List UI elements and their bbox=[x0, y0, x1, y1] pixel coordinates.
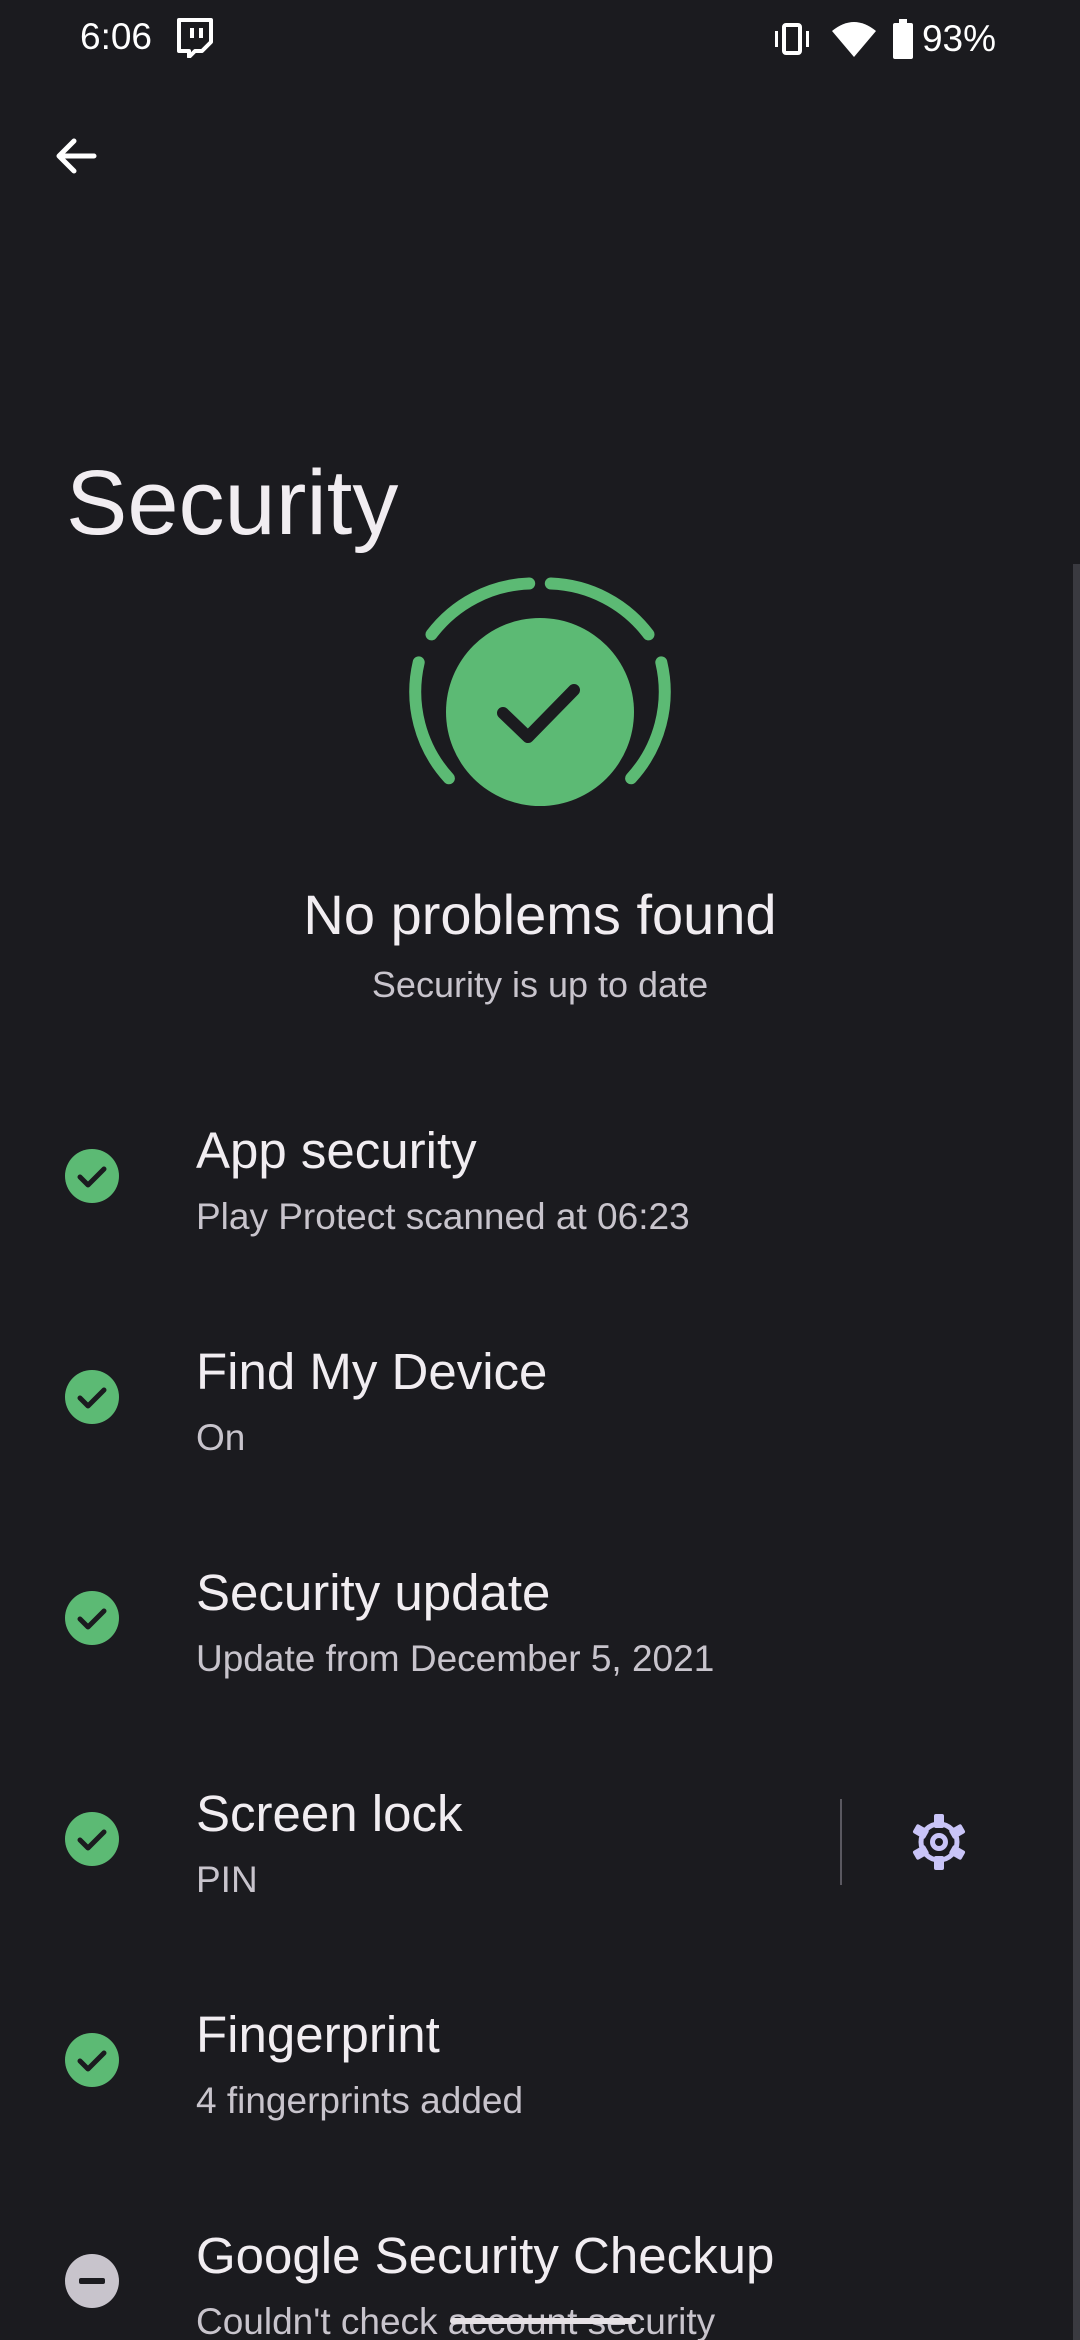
security-list: App security Play Protect scanned at 06:… bbox=[0, 1100, 1080, 2340]
check-circle-icon bbox=[65, 1370, 119, 1424]
item-title: Google Security Checkup bbox=[196, 2227, 775, 2284]
arrow-left-icon bbox=[56, 138, 97, 174]
list-item-fingerprint[interactable]: Fingerprint 4 fingerprints added bbox=[0, 1984, 1080, 2205]
item-summary: Play Protect scanned at 06:23 bbox=[196, 1196, 690, 1237]
status-bar: 6:06 93% bbox=[0, 0, 1080, 80]
check-circle-icon bbox=[65, 2033, 119, 2087]
battery-percent: 93% bbox=[921, 18, 996, 59]
list-item-security-update[interactable]: Security update Update from December 5, … bbox=[0, 1542, 1080, 1763]
check-circle-icon bbox=[65, 1149, 119, 1203]
item-title: Security update bbox=[196, 1564, 551, 1621]
status-time: 6:06 bbox=[80, 16, 153, 57]
security-screen: 6:06 93% Security No problems found Secu… bbox=[0, 0, 1080, 2340]
screen-lock-settings-button[interactable] bbox=[904, 1807, 974, 1877]
item-title: Screen lock bbox=[196, 1785, 463, 1842]
item-summary: 4 fingerprints added bbox=[196, 2080, 524, 2121]
list-item-screen-lock[interactable]: Screen lock PIN bbox=[0, 1763, 1080, 1984]
vertical-divider bbox=[840, 1799, 842, 1885]
list-item-app-security[interactable]: App security Play Protect scanned at 06:… bbox=[0, 1100, 1080, 1321]
status-icons: 93% bbox=[772, 14, 996, 64]
gesture-nav-handle[interactable] bbox=[450, 2318, 636, 2324]
gear-icon bbox=[912, 1814, 966, 1870]
check-circle-icon bbox=[65, 1591, 119, 1645]
back-button[interactable] bbox=[36, 116, 116, 196]
list-item-find-my-device[interactable]: Find My Device On bbox=[0, 1321, 1080, 1542]
item-title: Fingerprint bbox=[196, 2006, 440, 2063]
minus-circle-icon bbox=[65, 2254, 119, 2308]
vibrate-icon bbox=[774, 23, 809, 55]
item-summary: PIN bbox=[196, 1859, 258, 1900]
item-title: App security bbox=[196, 1122, 477, 1179]
item-title: Find My Device bbox=[196, 1343, 548, 1400]
battery-icon bbox=[892, 19, 913, 59]
item-summary: On bbox=[196, 1417, 246, 1458]
wifi-icon bbox=[831, 22, 876, 57]
twitch-notification-icon bbox=[177, 18, 213, 58]
security-status-subtitle: Security is up to date bbox=[371, 964, 709, 1005]
security-status-title: No problems found bbox=[303, 883, 777, 946]
page-title: Security bbox=[66, 451, 399, 554]
item-summary: Update from December 5, 2021 bbox=[196, 1638, 715, 1679]
check-circle-icon bbox=[65, 1812, 119, 1866]
shield-check-icon bbox=[409, 577, 671, 806]
